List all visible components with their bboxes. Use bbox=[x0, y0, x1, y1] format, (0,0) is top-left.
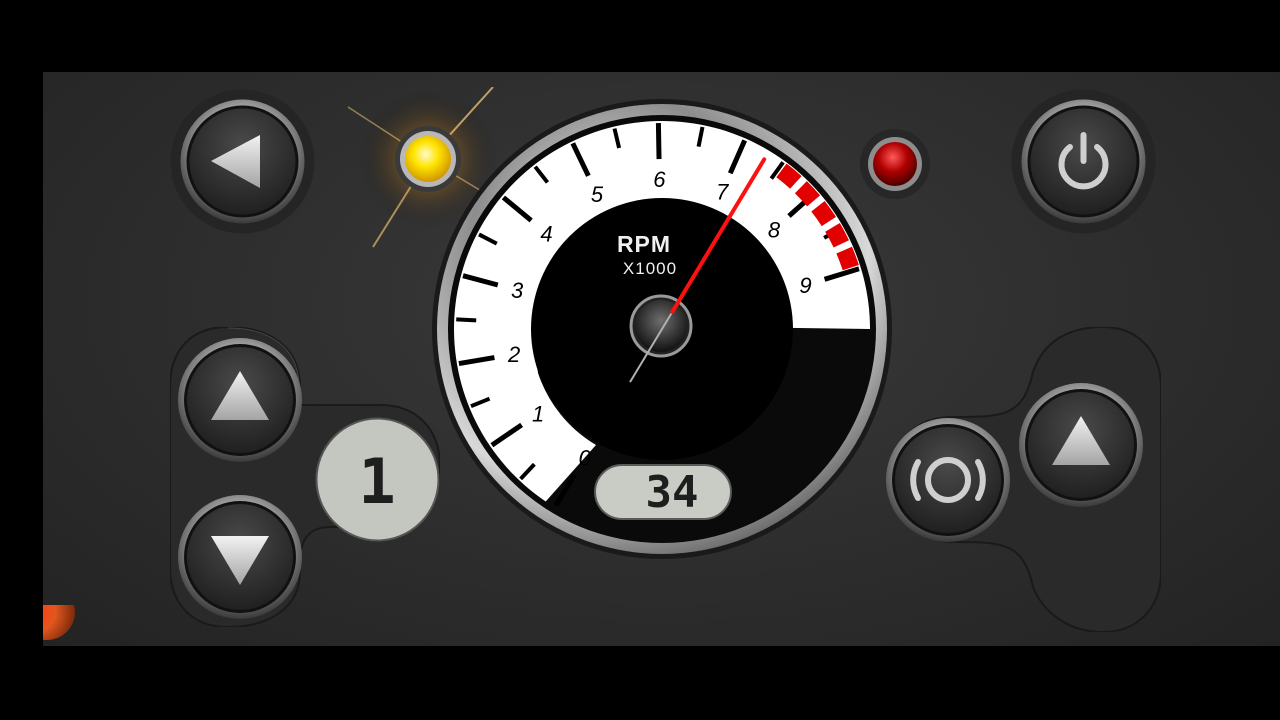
throttle-button[interactable] bbox=[1018, 382, 1144, 508]
gear-down-button[interactable] bbox=[177, 494, 303, 620]
scale-label-5: 5 bbox=[591, 182, 604, 207]
scale-label-2: 2 bbox=[507, 342, 520, 367]
indicator-lamp-red bbox=[858, 127, 933, 202]
scale-label-3: 3 bbox=[511, 278, 524, 303]
tachometer: 0123456789 RPM X1000 34 bbox=[432, 99, 892, 559]
power-button[interactable] bbox=[1011, 89, 1156, 234]
gear-display: 1 bbox=[315, 417, 440, 542]
brake-button[interactable] bbox=[885, 417, 1011, 543]
scale-label-4: 4 bbox=[540, 221, 552, 246]
scale-label-9: 9 bbox=[799, 273, 811, 298]
dashboard-panel: 0123456789 RPM X1000 34 1 bbox=[43, 72, 1280, 646]
orange-marker-icon bbox=[43, 584, 83, 646]
scale-label-1: 1 bbox=[532, 402, 544, 427]
back-button[interactable] bbox=[170, 89, 315, 234]
gear-up-button[interactable] bbox=[177, 337, 303, 463]
speed-value: 34 bbox=[646, 467, 699, 518]
scale-label-7: 7 bbox=[716, 180, 729, 205]
gear-number: 1 bbox=[358, 445, 395, 518]
scale-label-0: 0 bbox=[579, 446, 592, 471]
game-screen: 0123456789 RPM X1000 34 1 bbox=[0, 0, 1280, 720]
scale-label-8: 8 bbox=[768, 217, 781, 242]
rpm-label: RPM bbox=[617, 231, 671, 257]
scale-label-6: 6 bbox=[653, 167, 666, 192]
rpm-multiplier-label: X1000 bbox=[623, 259, 677, 278]
major-tick bbox=[655, 122, 662, 160]
minor-tick bbox=[456, 317, 477, 323]
